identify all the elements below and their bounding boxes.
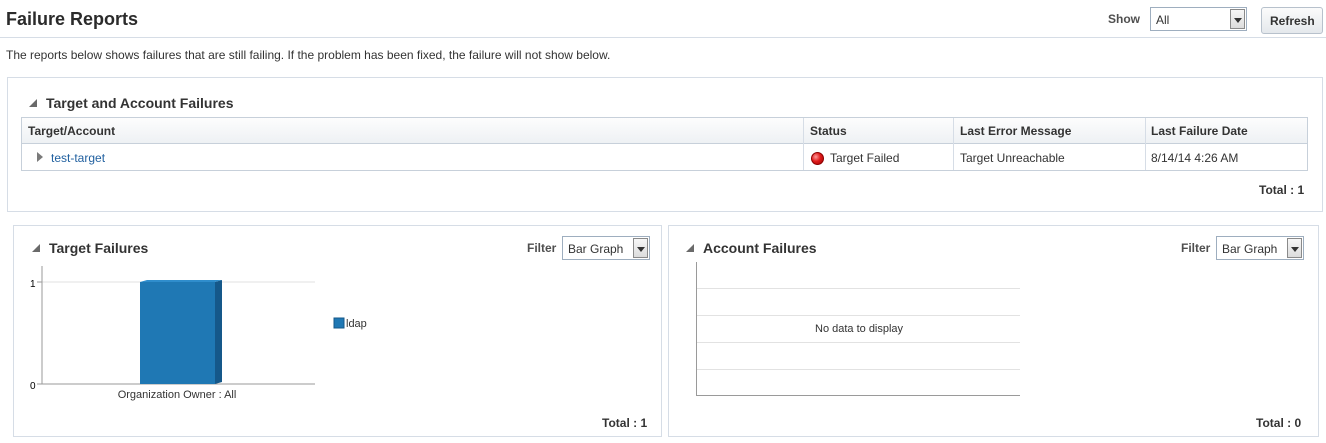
account-failures-title: Account Failures	[703, 240, 817, 256]
column-header-status[interactable]: Status	[810, 124, 847, 138]
expand-row-icon[interactable]	[37, 152, 43, 162]
x-category-label: Organization Owner : All	[118, 389, 237, 401]
table-total: Total : 1	[1259, 183, 1305, 197]
filter-select-value: Bar Graph	[568, 242, 624, 256]
column-divider	[953, 118, 954, 170]
gridline	[697, 342, 1020, 343]
collapse-triangle-icon[interactable]	[686, 244, 694, 252]
bar-top-shade	[140, 280, 222, 282]
show-select-value: All	[1156, 13, 1170, 27]
column-header-target-account[interactable]: Target/Account	[28, 124, 115, 138]
collapse-triangle-icon[interactable]	[32, 244, 40, 252]
account-failures-total: Total : 0	[1256, 416, 1302, 430]
header-divider	[0, 37, 1326, 38]
target-failures-title: Target Failures	[49, 240, 149, 256]
x-axis	[696, 395, 1020, 396]
y-tick-label: 0	[30, 381, 36, 392]
bar-side-shade	[215, 280, 222, 384]
last-failure-date: 8/14/14 4:26 AM	[1151, 151, 1239, 165]
refresh-button[interactable]: Refresh	[1261, 7, 1323, 34]
column-header-last-error-message[interactable]: Last Error Message	[960, 124, 1071, 138]
target-filter-select[interactable]: Bar Graph	[562, 236, 650, 260]
show-select[interactable]: All	[1150, 7, 1247, 31]
target-failures-chart: 1 0 Organization Owner : All ldap	[30, 266, 367, 401]
filter-select-value: Bar Graph	[1222, 242, 1278, 256]
bar-ldap	[140, 282, 215, 384]
table-header	[22, 118, 1307, 144]
show-label: Show	[1108, 12, 1140, 26]
no-data-message: No data to display	[815, 323, 904, 335]
intro-text: The reports below shows failures that ar…	[6, 48, 611, 62]
collapse-triangle-icon[interactable]	[29, 99, 37, 107]
column-divider	[803, 118, 804, 170]
status-text: Target Failed	[830, 151, 900, 165]
filter-label: Filter	[527, 241, 557, 255]
column-header-last-failure-date[interactable]: Last Failure Date	[1151, 124, 1248, 138]
page-title: Failure Reports	[6, 9, 139, 29]
gridline	[697, 288, 1020, 289]
target-failures-total: Total : 1	[602, 416, 648, 430]
chevron-down-icon[interactable]	[1287, 238, 1302, 258]
target-link[interactable]: test-target	[51, 151, 105, 165]
chevron-down-icon[interactable]	[633, 238, 648, 258]
account-filter-select[interactable]: Bar Graph	[1216, 236, 1304, 260]
filter-label: Filter	[1181, 241, 1211, 255]
y-axis	[696, 262, 697, 396]
gridline	[697, 369, 1020, 370]
legend-label: ldap	[346, 318, 367, 330]
target-account-failures-title: Target and Account Failures	[46, 95, 234, 111]
chevron-down-icon[interactable]	[1230, 9, 1245, 29]
column-divider	[1145, 118, 1146, 170]
failures-table: Target/Account Status Last Error Message…	[21, 117, 1308, 171]
last-error-message: Target Unreachable	[960, 151, 1065, 165]
gridline	[697, 315, 1020, 316]
legend-swatch	[333, 317, 345, 329]
status-failed-icon	[811, 152, 824, 165]
y-tick-label: 1	[30, 279, 36, 290]
